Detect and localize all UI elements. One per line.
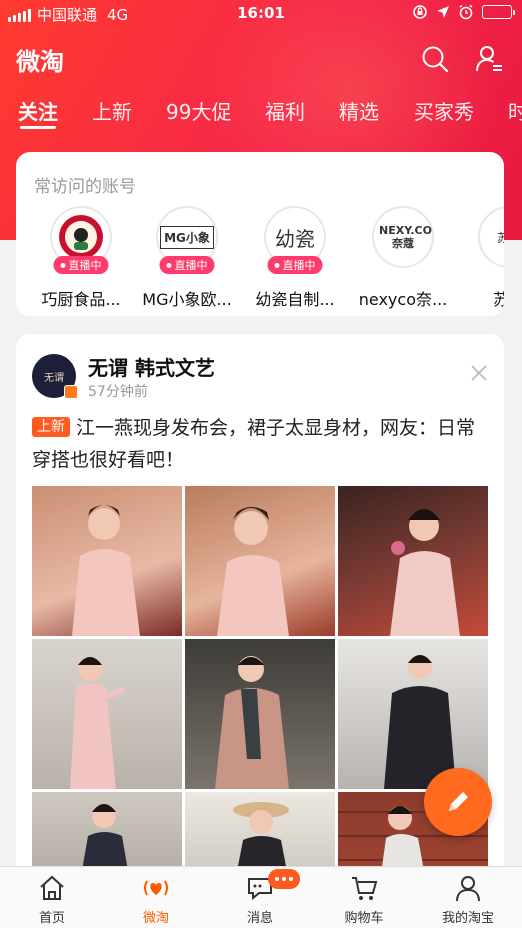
account-item[interactable]: 直播中 巧厨食品... xyxy=(28,206,134,310)
post-photo[interactable] xyxy=(185,639,335,789)
nav-weitao[interactable]: 微淘 xyxy=(116,873,196,926)
account-name: 苏宁 xyxy=(492,290,504,309)
profile-icon xyxy=(456,876,480,902)
top-bar: 微淘 xyxy=(0,40,522,80)
post-body: 江一燕现身发布会，裙子太显身材，网友：日常穿搭也很好看吧！ xyxy=(32,417,476,471)
account-avatar: NEXY.CO 奈蔻 xyxy=(372,206,434,268)
compose-button[interactable] xyxy=(424,768,492,836)
cart-icon xyxy=(352,877,378,900)
account-manage-icon[interactable] xyxy=(474,44,504,74)
tab-buyer-show[interactable]: 买家秀 xyxy=(414,96,474,125)
account-logo-text: 苏宁 xyxy=(496,230,504,245)
nav-label: 购物车 xyxy=(344,911,384,926)
post-time: 57分钟前 xyxy=(88,384,148,400)
battery-icon xyxy=(482,5,515,19)
account-item[interactable]: 苏宁 苏宁 xyxy=(456,206,504,310)
pencil-icon xyxy=(449,792,468,811)
tab-follow[interactable]: 关注 xyxy=(18,96,58,125)
account-item[interactable]: NEXY.CO 奈蔻 nexyco奈... xyxy=(350,206,456,310)
post-photo[interactable] xyxy=(338,639,488,789)
account-name: 巧厨食品... xyxy=(41,290,121,309)
live-badge: 直播中 xyxy=(267,256,323,274)
new-tag: 上新 xyxy=(32,417,70,437)
feed-post-card[interactable]: 无谓 无谓 韩式文艺 57分钟前 上新 江一燕现身发布会，裙子太显身材，网友：日常… xyxy=(16,334,504,928)
search-icon[interactable] xyxy=(420,44,450,74)
nav-label: 消息 xyxy=(246,911,273,926)
tab-new[interactable]: 上新 xyxy=(92,96,132,125)
post-text[interactable]: 上新 江一燕现身发布会，裙子太显身材，网友：日常穿搭也很好看吧！ xyxy=(32,412,492,476)
nav-messages[interactable]: 消息 xyxy=(220,869,300,926)
live-badge: 直播中 xyxy=(53,256,109,274)
account-item[interactable]: 幼瓷 直播中 幼瓷自制... xyxy=(242,206,348,310)
alarm-icon xyxy=(459,4,473,20)
account-name: 幼瓷自制... xyxy=(255,290,335,309)
account-logo-icon xyxy=(59,215,103,259)
bottom-nav: 首页 微淘 消息 购物车 我的淘宝 xyxy=(0,866,522,928)
tab-featured[interactable]: 精选 xyxy=(339,96,379,125)
tab-overflow[interactable]: 时 xyxy=(508,96,522,125)
page-title: 微淘 xyxy=(16,48,64,76)
account-name: MG小象欧... xyxy=(142,290,232,309)
account-avatar: 直播中 xyxy=(50,206,112,274)
live-badge: 直播中 xyxy=(159,256,215,274)
unread-badge xyxy=(268,869,300,889)
author-avatar-text: 无谓 xyxy=(44,372,64,384)
author-avatar[interactable]: 无谓 xyxy=(32,354,78,399)
active-tab-indicator xyxy=(20,126,56,129)
post-photo[interactable] xyxy=(32,486,182,636)
account-logo-text: NEXY.CO 奈蔻 xyxy=(379,224,432,250)
weitao-icon xyxy=(144,880,168,896)
post-photo[interactable] xyxy=(338,486,488,636)
photo-grid xyxy=(32,486,488,928)
frequent-accounts-card: 常访问的账号 直播中 巧厨食品... MG小象 直播中 MG小象欧... 幼瓷 … xyxy=(16,152,504,316)
author-name[interactable]: 无谓 韩式文艺 xyxy=(88,352,215,381)
location-icon xyxy=(437,6,449,18)
account-avatar: 苏宁 xyxy=(478,206,504,268)
post-photo[interactable] xyxy=(32,639,182,789)
section-title: 常访问的账号 xyxy=(34,177,136,197)
nav-cart[interactable]: 购物车 xyxy=(324,873,404,926)
nav-home[interactable]: 首页 xyxy=(12,873,92,926)
nav-label: 首页 xyxy=(38,911,65,926)
post-photo[interactable] xyxy=(185,486,335,636)
account-name: nexyco奈... xyxy=(358,290,448,309)
nav-profile[interactable]: 我的淘宝 xyxy=(428,873,508,926)
channel-tabs: 关注 上新 99大促 福利 精选 买家秀 时 xyxy=(0,96,522,136)
nav-label: 微淘 xyxy=(142,911,169,926)
home-icon xyxy=(40,875,64,900)
nav-label: 我的淘宝 xyxy=(441,911,494,926)
account-item[interactable]: MG小象 直播中 MG小象欧... xyxy=(134,206,240,310)
account-logo-text: MG小象 xyxy=(160,225,214,249)
account-avatar: MG小象 直播中 xyxy=(156,206,218,274)
rotation-lock-icon xyxy=(413,5,427,19)
tab-welfare[interactable]: 福利 xyxy=(265,96,305,125)
close-icon[interactable] xyxy=(470,364,488,382)
status-bar: 中国联通 4G 16:01 xyxy=(0,0,522,28)
account-avatar: 幼瓷 直播中 xyxy=(264,206,326,274)
tab-99-promo[interactable]: 99大促 xyxy=(166,96,231,125)
verified-badge-icon xyxy=(64,385,78,399)
account-logo-text: 幼瓷 xyxy=(275,226,315,251)
